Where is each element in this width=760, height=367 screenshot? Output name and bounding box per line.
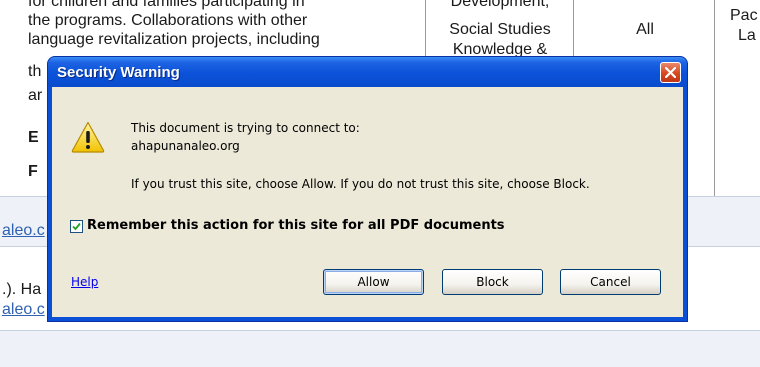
remember-checkbox[interactable]	[70, 220, 83, 233]
security-warning-dialog: Security Warning This document is trying…	[47, 56, 688, 322]
doc-text-line: language revitalization projects, includ…	[28, 31, 320, 48]
allow-button[interactable]: Allow	[323, 269, 424, 295]
doc-text-line: F	[28, 163, 38, 180]
help-link[interactable]: Help	[71, 275, 98, 289]
table-divider	[573, 0, 574, 60]
cancel-button[interactable]: Cancel	[560, 269, 661, 295]
check-icon	[72, 222, 81, 231]
remember-label[interactable]: Remember this action for this site for a…	[87, 218, 505, 233]
block-button[interactable]: Block	[442, 269, 543, 295]
message-line: If you trust this site, choose Allow. If…	[131, 177, 590, 191]
table-cell-text: Pac	[730, 7, 758, 24]
table-divider	[425, 0, 426, 60]
warning-icon	[71, 121, 105, 153]
doc-text-line: the programs. Collaborations with other	[28, 12, 308, 29]
doc-text-line: E	[28, 129, 39, 146]
close-button[interactable]	[660, 62, 681, 83]
doc-text-line: for children and families participating …	[28, 0, 305, 10]
dialog-title: Security Warning	[57, 64, 180, 81]
close-icon	[665, 67, 676, 78]
dialog-titlebar[interactable]: Security Warning	[48, 57, 687, 87]
table-divider	[714, 0, 715, 196]
doc-text-line: ar	[28, 87, 43, 104]
doc-text-line: th	[28, 63, 42, 80]
site-name: ahapunanaleo.org	[131, 139, 240, 153]
doc-link[interactable]: aleo.c	[2, 222, 45, 240]
table-cell-text: All	[636, 21, 654, 38]
doc-link[interactable]: aleo.c	[2, 301, 45, 319]
table-cell-text: Development,	[450, 0, 550, 10]
dialog-body: This document is trying to connect to: a…	[52, 87, 683, 317]
table-cell-text: La	[738, 27, 756, 44]
message-line: This document is trying to connect to:	[131, 121, 360, 135]
doc-text-line: .). Ha	[2, 281, 42, 298]
table-row	[0, 330, 760, 367]
table-cell-text: Social Studies	[449, 21, 551, 38]
